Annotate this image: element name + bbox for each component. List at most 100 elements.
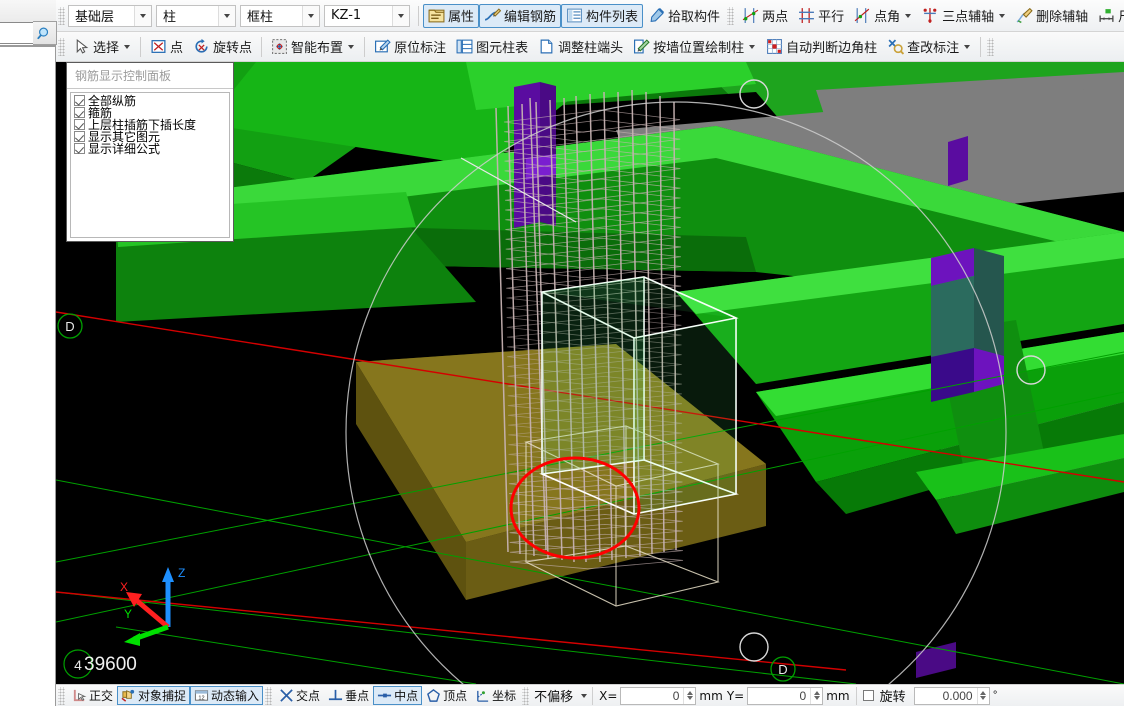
search-button[interactable] bbox=[33, 21, 57, 45]
statusbar-grip-3[interactable] bbox=[522, 686, 530, 705]
stepper-up-icon[interactable] bbox=[813, 691, 820, 695]
adjust-column-head-label: 调整柱端头 bbox=[558, 41, 624, 56]
snap-intersection-label: 交点 bbox=[296, 689, 321, 703]
rebar-panel-list[interactable]: 全部纵筋 箍筋 上层柱插筋下插长度 显示其它图元 显示详细公式 bbox=[70, 92, 230, 238]
in-situ-annotation-button[interactable]: 原位标注 bbox=[369, 35, 451, 59]
smart-layout-button[interactable]: 智能布置 bbox=[266, 35, 360, 59]
draw-column-by-wall-button[interactable]: 按墙位置绘制柱 bbox=[628, 35, 761, 59]
subcategory-selector[interactable]: 框柱 bbox=[240, 4, 320, 27]
three-point-axis-button[interactable]: 三点辅轴 bbox=[917, 4, 1011, 28]
stepper-up-icon[interactable] bbox=[686, 691, 693, 695]
floor-selector[interactable]: 基础层 bbox=[68, 4, 152, 27]
snap-vertex[interactable]: 顶点 bbox=[422, 686, 471, 705]
check-modify-annotation-button[interactable]: 查改标注 bbox=[882, 35, 976, 59]
left-rail bbox=[0, 0, 57, 706]
x-offset-stepper[interactable] bbox=[620, 686, 697, 705]
grid-bubble-left-label: D bbox=[65, 319, 74, 334]
delete-axis-icon bbox=[1016, 7, 1033, 24]
chevron-down-icon[interactable] bbox=[124, 44, 131, 49]
subcategory-selector-value: 框柱 bbox=[247, 10, 274, 25]
rotate-input[interactable] bbox=[914, 687, 977, 704]
grid-bubble-four-label: 4 bbox=[74, 657, 82, 673]
toolbar2-grip-end[interactable] bbox=[987, 37, 995, 56]
properties-button[interactable]: 属性 bbox=[423, 3, 480, 28]
pick-component-icon bbox=[650, 7, 665, 22]
checkbox-stirrup[interactable] bbox=[74, 107, 85, 118]
select-button[interactable]: 选择 bbox=[68, 35, 136, 59]
midpoint-icon bbox=[378, 693, 392, 698]
smart-layout-icon bbox=[272, 39, 287, 54]
chevron-down-icon[interactable] bbox=[905, 13, 912, 18]
list-item[interactable]: 显示详细公式 bbox=[74, 143, 228, 155]
x-offset-arrows[interactable] bbox=[683, 687, 696, 704]
grid-bubble-bottom-label: D bbox=[778, 662, 787, 677]
list-item-label: 显示详细公式 bbox=[88, 142, 161, 156]
rotate-point-button[interactable]: 旋转点 bbox=[188, 35, 257, 59]
stepper-up-icon[interactable] bbox=[980, 691, 987, 695]
component-list-label: 构件列表 bbox=[586, 10, 639, 25]
pick-component-label: 拾取构件 bbox=[668, 10, 721, 25]
rotate-stepper[interactable] bbox=[913, 686, 990, 705]
rotate-checkbox[interactable] bbox=[862, 690, 874, 701]
statusbar-grip[interactable] bbox=[58, 686, 65, 705]
offset-mode-label: 不偏移 bbox=[534, 690, 574, 705]
y-offset-stepper[interactable] bbox=[747, 686, 824, 705]
component-list-button[interactable]: 构件列表 bbox=[561, 3, 644, 28]
checkbox-upper-column-dowel-length[interactable] bbox=[74, 119, 85, 130]
x-offset-input[interactable] bbox=[621, 687, 684, 704]
element-column-table-button[interactable]: 图元柱表 bbox=[451, 35, 533, 59]
checkbox-all-longitudinal-rebar[interactable] bbox=[74, 95, 85, 106]
dimension-button[interactable]: 尺寸标注 bbox=[1093, 4, 1124, 28]
dimension-label: 尺寸标注 bbox=[1118, 6, 1124, 25]
edit-rebar-button[interactable]: 编辑钢筋 bbox=[479, 3, 562, 28]
chevron-down-icon[interactable] bbox=[392, 5, 409, 26]
toolbar-grip[interactable] bbox=[58, 6, 65, 25]
point-button[interactable]: 点 bbox=[145, 35, 188, 59]
snap-midpoint-label: 中点 bbox=[394, 689, 419, 703]
dynamic-input-toggle[interactable]: 12 动态输入 bbox=[190, 686, 264, 705]
snap-midpoint[interactable]: 中点 bbox=[373, 686, 423, 705]
object-snap-toggle[interactable]: 对象捕捉 bbox=[117, 686, 191, 705]
ortho-toggle[interactable]: 正交 bbox=[68, 686, 117, 705]
edit-rebar-icon bbox=[484, 8, 502, 21]
stepper-down-icon[interactable] bbox=[813, 696, 820, 700]
snap-perpendicular[interactable]: 垂点 bbox=[324, 686, 373, 705]
snap-intersection[interactable]: 交点 bbox=[275, 686, 324, 705]
chevron-down-icon[interactable] bbox=[302, 5, 319, 26]
delete-aux-axis-button[interactable]: 删除辅轴 bbox=[1011, 4, 1093, 28]
select-label: 选择 bbox=[93, 41, 120, 56]
statusbar-grip-2[interactable] bbox=[265, 686, 273, 705]
stepper-down-icon[interactable] bbox=[686, 696, 693, 700]
selection-volume-side bbox=[542, 277, 644, 474]
y-offset-arrows[interactable] bbox=[810, 687, 823, 704]
point-icon bbox=[151, 40, 166, 53]
chevron-down-icon[interactable] bbox=[581, 693, 588, 698]
point-angle-axis-button[interactable]: 点角 bbox=[849, 4, 917, 28]
snap-coordinate[interactable]: 坐标 bbox=[471, 686, 520, 705]
y-offset-input[interactable] bbox=[748, 687, 811, 704]
checkbox-show-other-elements[interactable] bbox=[74, 131, 85, 142]
chevron-down-icon[interactable] bbox=[749, 44, 756, 49]
auto-judge-edge-corner-column-button[interactable]: 自动判断边角柱 bbox=[761, 35, 882, 59]
stepper-down-icon[interactable] bbox=[980, 696, 987, 700]
pick-component-button[interactable]: 拾取构件 bbox=[643, 4, 725, 28]
parallel-axis-label: 平行 bbox=[818, 10, 845, 25]
chevron-down-icon[interactable] bbox=[964, 44, 971, 49]
category-selector[interactable]: 柱 bbox=[156, 4, 236, 27]
chevron-down-icon[interactable] bbox=[218, 5, 235, 26]
status-bar: 正交 对象捕捉 12 动态输入 交点 垂点 中点 顶点 坐标 不偏移 X= 0 … bbox=[56, 684, 1124, 706]
two-point-axis-button[interactable]: 两点 bbox=[737, 4, 793, 28]
chevron-down-icon[interactable] bbox=[999, 13, 1006, 18]
chevron-down-icon[interactable] bbox=[348, 44, 355, 49]
rebar-display-control-panel[interactable]: 钢筋显示控制面板 全部纵筋 箍筋 上层柱插筋下插长度 显示其它图元 显示详细公式 bbox=[66, 62, 234, 242]
svg-text:12: 12 bbox=[198, 695, 204, 701]
component-selector[interactable]: KZ-1 bbox=[324, 4, 410, 27]
toolbar2-grip[interactable] bbox=[58, 37, 65, 56]
checkbox-show-detailed-formula[interactable] bbox=[74, 143, 85, 154]
chevron-down-icon[interactable] bbox=[134, 5, 151, 26]
toolbar-grip-axis[interactable] bbox=[727, 6, 735, 25]
rotate-point-label: 旋转点 bbox=[213, 41, 253, 56]
parallel-axis-button[interactable]: 平行 bbox=[793, 4, 849, 28]
adjust-column-head-button[interactable]: 调整柱端头 bbox=[533, 35, 628, 59]
rotate-arrows[interactable] bbox=[976, 687, 989, 704]
